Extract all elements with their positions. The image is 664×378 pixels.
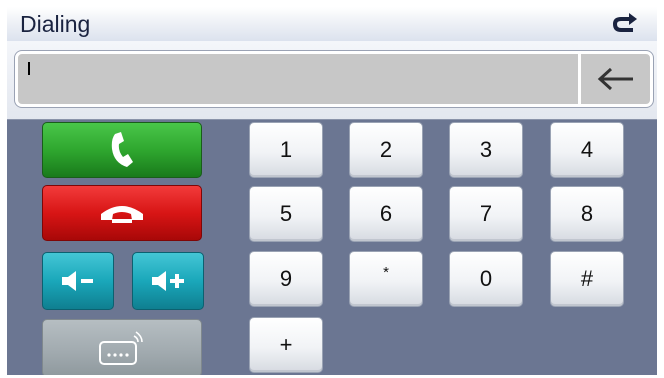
volume-down-icon (62, 271, 93, 291)
key-8[interactable]: 8 (550, 186, 624, 242)
key-1[interactable]: 1 (249, 122, 323, 178)
key-4[interactable]: 4 (550, 122, 624, 178)
key-9[interactable]: 9 (249, 251, 323, 307)
phone-handset-icon (111, 132, 133, 167)
volume-up-icon (152, 271, 184, 291)
key-5[interactable]: 5 (249, 186, 323, 242)
key-2[interactable]: 2 (349, 122, 423, 178)
left-arrow-icon (597, 67, 633, 91)
number-display-field (15, 51, 653, 107)
backspace-button[interactable] (581, 54, 650, 104)
key-0[interactable]: 0 (449, 251, 523, 307)
return-arrow-icon (612, 13, 637, 32)
number-input[interactable] (22, 59, 566, 97)
key-7[interactable]: 7 (449, 186, 523, 242)
dialpad-icon (99, 331, 143, 365)
key-star-label: * (383, 264, 389, 281)
text-cursor (28, 62, 30, 75)
return-button[interactable] (609, 11, 643, 37)
key-hash[interactable]: # (550, 251, 624, 307)
key-6[interactable]: 6 (349, 186, 423, 242)
key-3[interactable]: 3 (449, 122, 523, 178)
title-bar: Dialing (7, 7, 657, 41)
dialer-window: Dialing 1 2 3 4 5 6 7 8 9 * 0 # + (7, 7, 657, 375)
hang-up-icon (101, 206, 143, 223)
volume-up-button[interactable] (132, 252, 204, 310)
dialpad-toggle-button[interactable] (42, 319, 202, 375)
volume-down-button[interactable] (42, 252, 114, 310)
key-star[interactable]: * (349, 251, 423, 307)
call-button[interactable] (42, 122, 202, 178)
hangup-button[interactable] (42, 185, 202, 241)
number-display-panel (7, 41, 657, 120)
window-title: Dialing (20, 11, 91, 37)
key-plus[interactable]: + (249, 317, 323, 373)
